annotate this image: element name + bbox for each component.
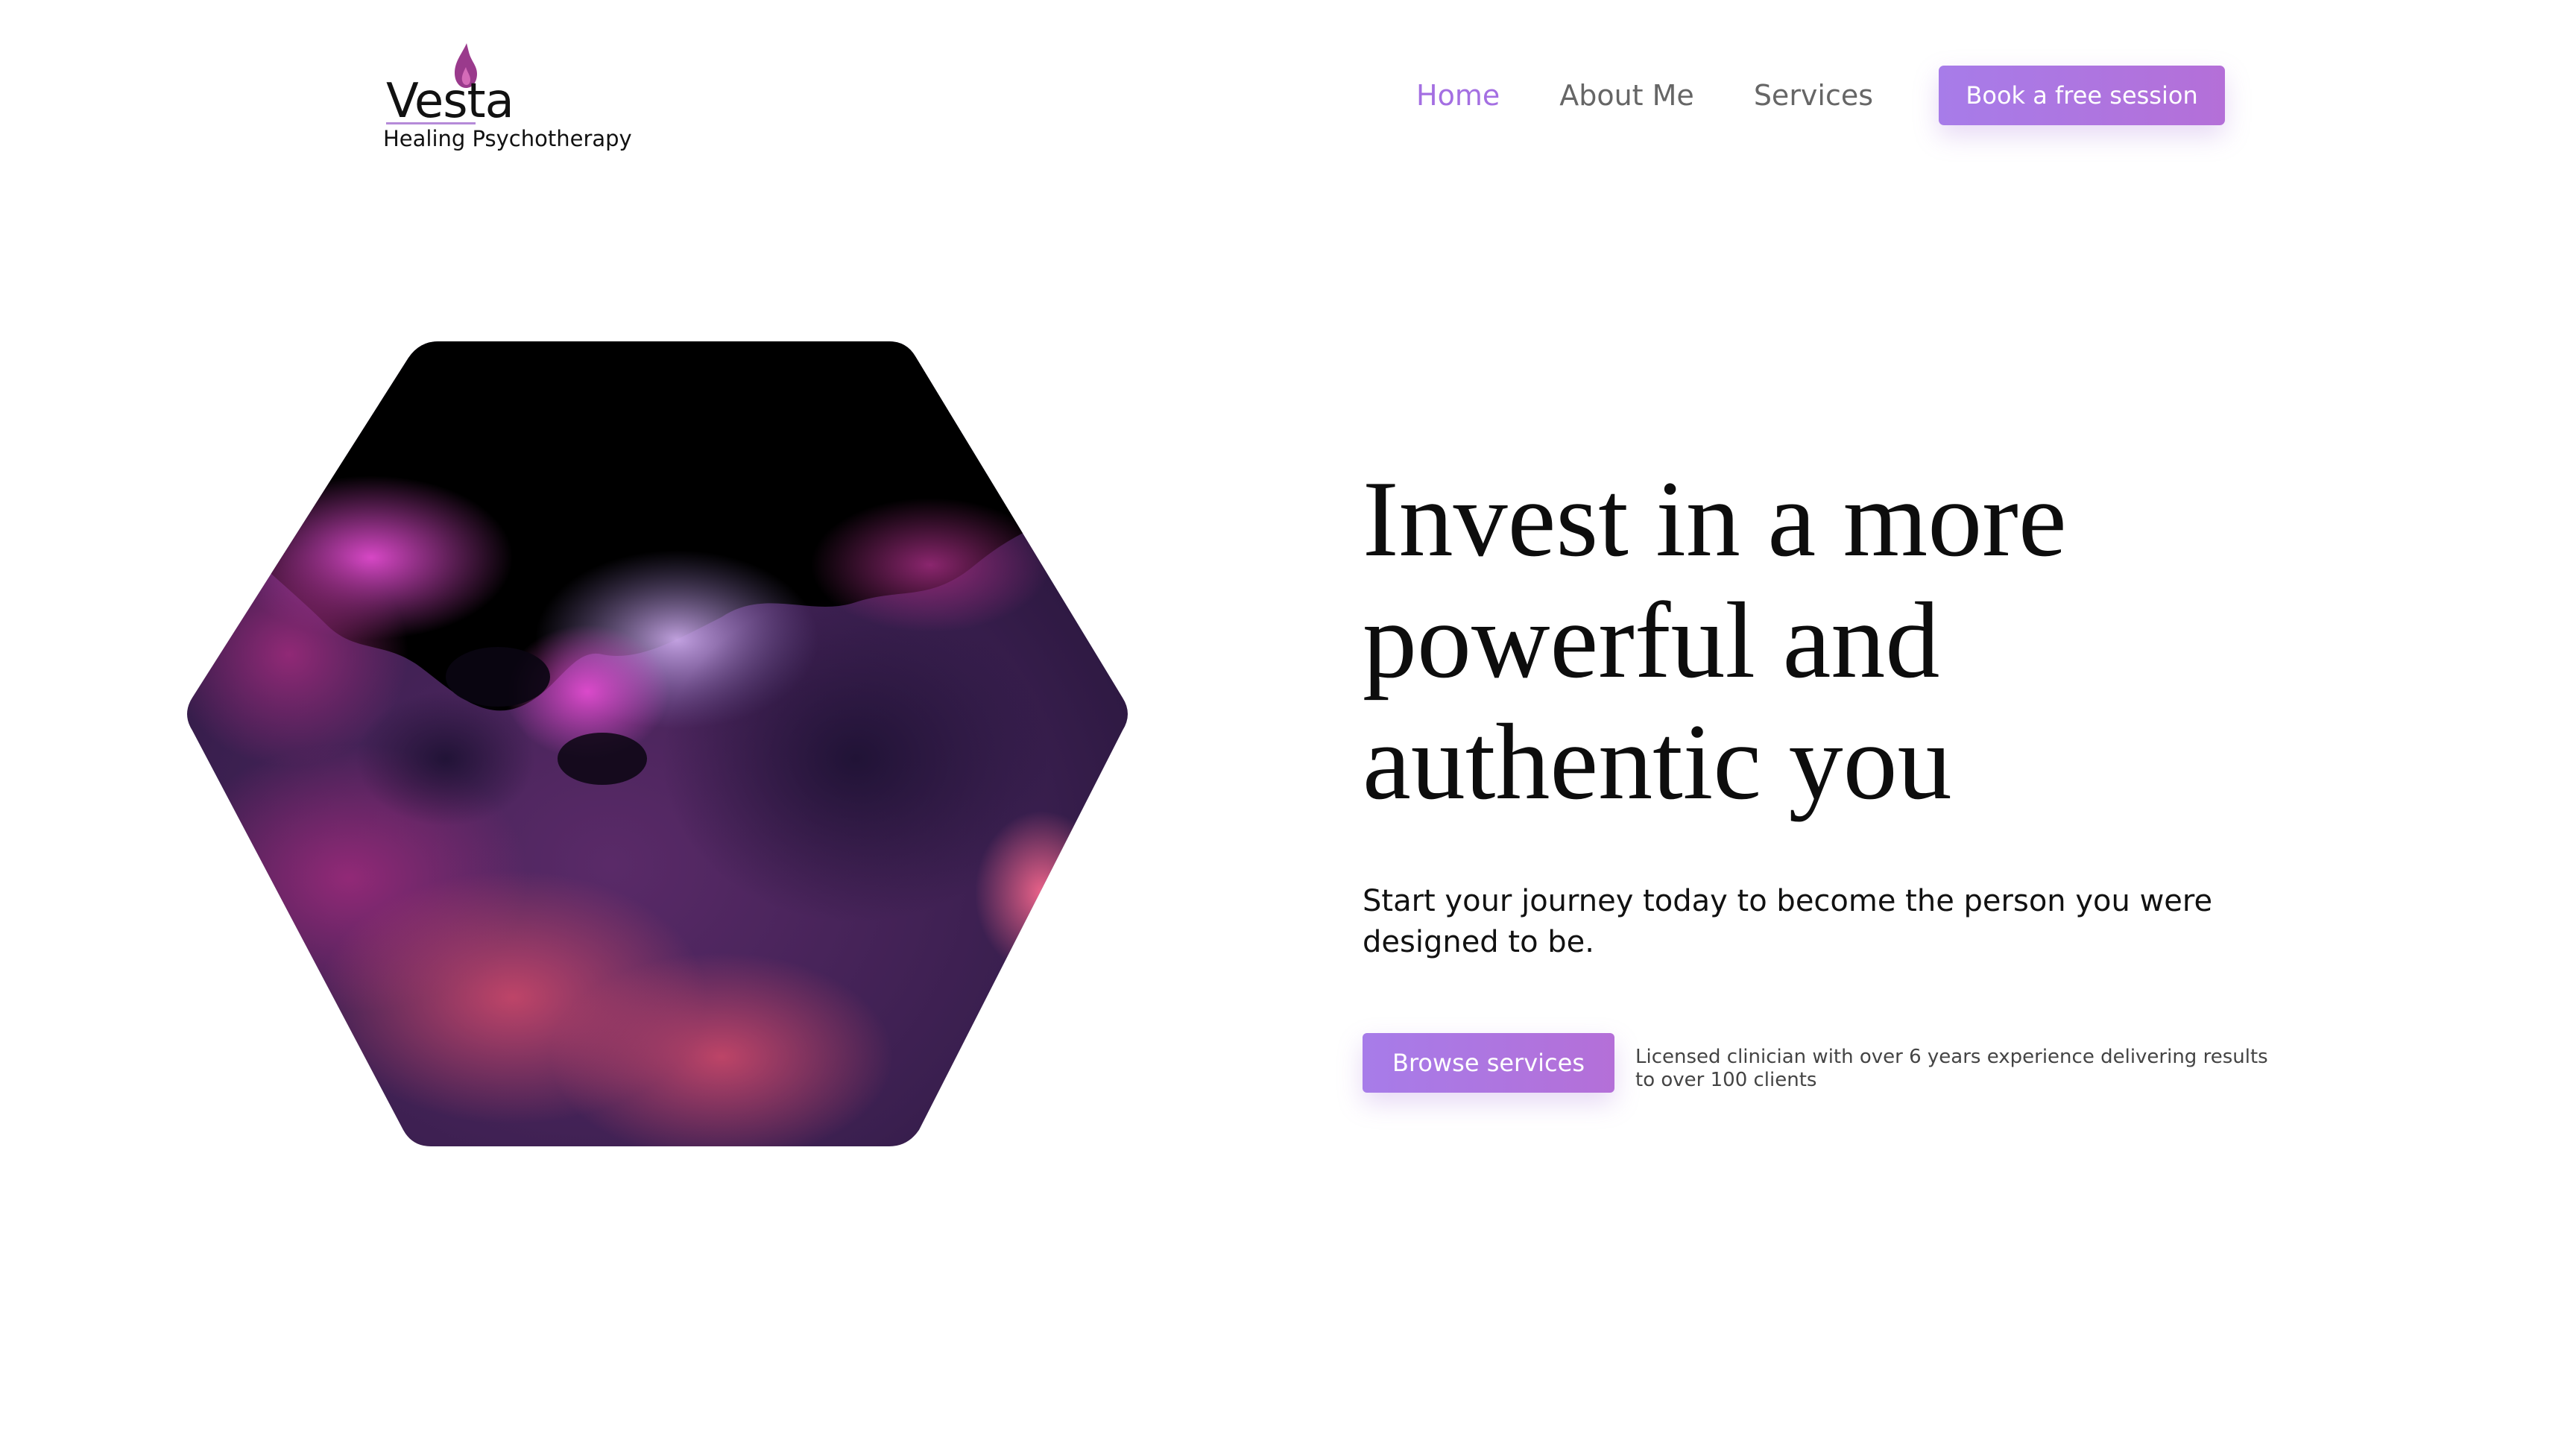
brand-tagline: Healing Psychotherapy [383,126,632,151]
hero-subtitle: Start your journey today to become the p… [1363,884,2213,959]
browse-services-button[interactable]: Browse services [1363,1033,1614,1093]
brand-logo[interactable]: Vesta Healing Psychotherapy [382,39,650,158]
nav-link-home[interactable]: Home [1416,66,1500,125]
main-nav: Home About Me Services Book a free sessi… [1416,66,2226,125]
brand-name: Vesta [386,74,514,129]
hero-title: Invest in a more powerful and authentic … [1363,458,2067,822]
page: Vesta Healing Psychotherapy Home About M… [0,0,2576,1443]
book-free-session-button[interactable]: Book a free session [1939,66,2226,125]
brand-underline [386,122,476,124]
nav-link-about-me[interactable]: About Me [1559,66,1694,125]
nav-link-services[interactable]: Services [1754,66,1873,125]
hero-nebula-image [187,341,1128,1146]
credential-text: Licensed clinician with over 6 years exp… [1635,1046,2268,1091]
